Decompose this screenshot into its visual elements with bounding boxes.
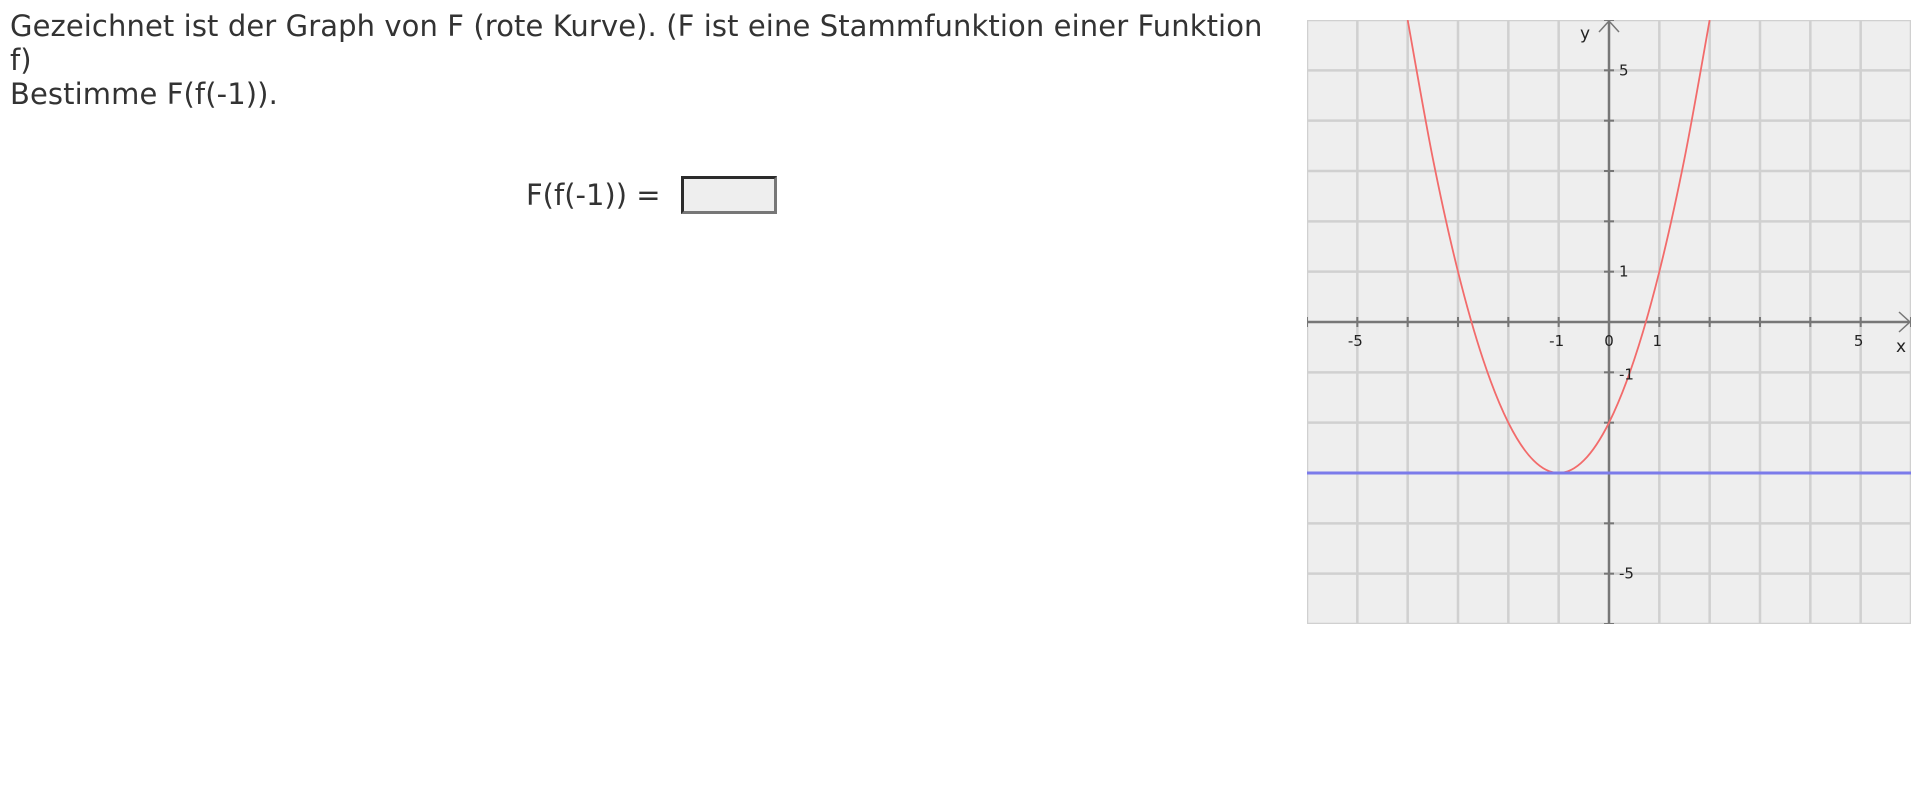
x-tick-label: -1 xyxy=(1549,332,1564,350)
task-question: Bestimme F(f(-1)). xyxy=(10,77,278,111)
x-tick-label: 5 xyxy=(1854,332,1864,350)
x-axis-label: x xyxy=(1896,337,1906,357)
answer-row: F(f(-1)) = xyxy=(526,173,777,217)
y-tick-label: -5 xyxy=(1619,565,1634,583)
answer-input[interactable] xyxy=(680,176,777,214)
answer-label: F(f(-1)) = xyxy=(526,178,661,212)
y-tick-label: 5 xyxy=(1619,61,1629,79)
x-tick-label: -5 xyxy=(1348,332,1363,350)
y-tick-label: -1 xyxy=(1619,365,1634,383)
x-tick-label: 1 xyxy=(1653,332,1663,350)
y-tick-label: 1 xyxy=(1619,263,1629,281)
task-text: Gezeichnet ist der Graph von F (rote Kur… xyxy=(10,9,1272,111)
y-axis-label: y xyxy=(1580,24,1590,44)
x-tick-label: 0 xyxy=(1604,332,1614,350)
function-graph: -5 -1 0 1 5 5 1 -1 -5 x y xyxy=(1307,20,1911,624)
task-description: Gezeichnet ist der Graph von F (rote Kur… xyxy=(10,9,1263,77)
graph-svg: -5 -1 0 1 5 5 1 -1 -5 x y xyxy=(1307,20,1911,624)
